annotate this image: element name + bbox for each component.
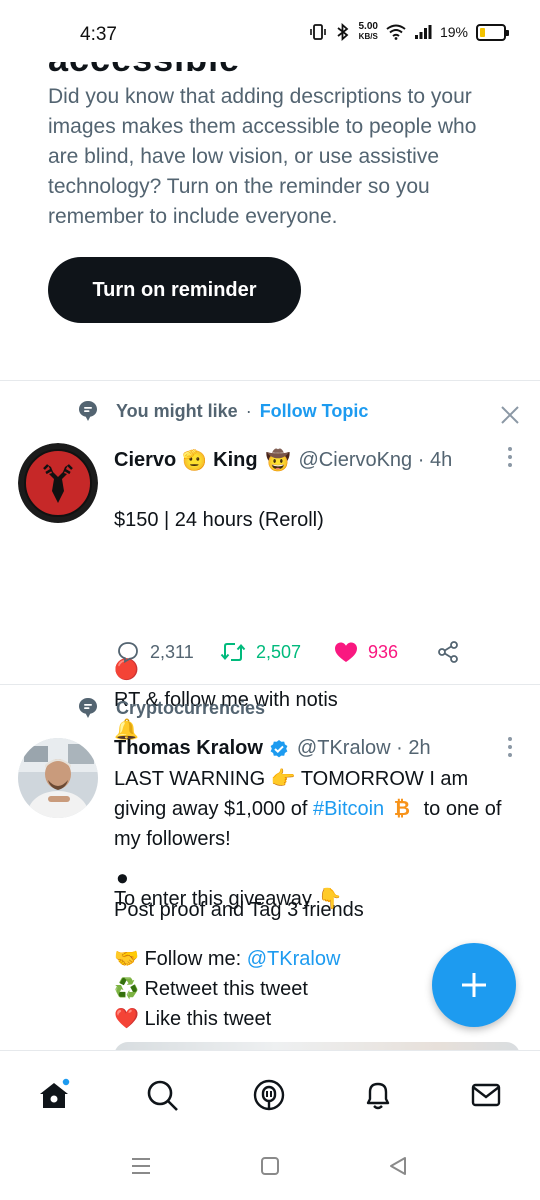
divider	[0, 380, 540, 381]
tweet2-line1-a: LAST WARNING	[114, 768, 266, 790]
retweet-button[interactable]: 2,507	[220, 641, 326, 663]
spaces-icon	[253, 1079, 285, 1111]
display-name-part2[interactable]: King	[213, 449, 257, 472]
home-icon	[40, 1077, 71, 1108]
tweet1-context: You might like · Follow Topic	[76, 399, 368, 423]
tweet2-context: Cryptocurrencies	[76, 696, 265, 720]
system-navigation-bar	[0, 1134, 540, 1200]
handle-and-time[interactable]: @CiervoKng · 4h	[299, 449, 453, 472]
hashtag-bitcoin[interactable]: #Bitcoin	[313, 798, 384, 820]
status-icons: 5.00 KB/S 19%	[309, 22, 509, 42]
prompt-body: Did you know that adding descriptions to…	[48, 85, 477, 228]
handle-and-time[interactable]: @TKralow · 2h	[297, 737, 431, 760]
network-speed: 5.00 KB/S	[359, 22, 378, 42]
share-button[interactable]	[436, 640, 460, 664]
dismiss-close-icon[interactable]	[499, 404, 521, 426]
display-name[interactable]: Thomas Kralow	[114, 737, 263, 760]
speed-value: 5.00	[358, 21, 378, 32]
more-options-icon[interactable]	[507, 447, 513, 467]
battery-icon	[476, 23, 509, 41]
verified-badge-icon	[270, 739, 288, 757]
liked-heart-icon	[335, 642, 357, 662]
profile-photo	[18, 738, 98, 818]
battery-percent: 19%	[439, 24, 468, 40]
retweet-count: 2,507	[256, 641, 302, 662]
avatar-ciervokng[interactable]	[18, 443, 98, 523]
pointing-right-emoji: 👉	[270, 768, 296, 790]
tweet2-header: Thomas Kralow @TKralow · 2h	[114, 737, 431, 760]
tweet2-item2: Retweet this tweet	[144, 978, 308, 1000]
follow-topic-link[interactable]: Follow Topic	[260, 401, 369, 422]
bitcoin-emoji: ₿	[393, 798, 411, 820]
bottom-navigation	[0, 1050, 540, 1135]
tweet1-header: Ciervo 🫡 King 🤠 @CiervoKng · 4h	[114, 448, 452, 473]
status-bar: 4:37 5.00 KB/S 19%	[0, 0, 540, 62]
nav-notifications[interactable]	[356, 1073, 400, 1117]
bluetooth-icon	[336, 23, 348, 41]
nav-search[interactable]	[140, 1073, 184, 1117]
nav-home[interactable]	[32, 1073, 76, 1117]
tweet2-item1: Follow me:	[144, 948, 242, 970]
topic-icon	[79, 401, 97, 421]
topic-label[interactable]: Cryptocurrencies	[116, 698, 265, 719]
handshake-emoji: 🤝	[114, 948, 139, 970]
search-icon	[147, 1080, 178, 1111]
topic-icon	[79, 698, 97, 718]
reply-button[interactable]: 2,311	[116, 640, 200, 664]
name-emoji-cowboy: 🤠	[265, 450, 291, 472]
back-triangle-icon[interactable]	[388, 1156, 408, 1176]
recycle-emoji: ♻️	[114, 978, 139, 1000]
pointing-down-emoji: 👇	[317, 888, 343, 910]
avatar-tkralow[interactable]	[18, 738, 98, 818]
tweet2-item3: Like this tweet	[144, 1008, 272, 1030]
divider	[0, 684, 540, 685]
nav-messages[interactable]	[464, 1073, 508, 1117]
name-emoji-salute: 🫡	[182, 450, 208, 472]
tweet2-line2: To enter this giveaway	[114, 888, 312, 910]
display-name-part1[interactable]: Ciervo	[114, 449, 176, 472]
context-label: You might like	[116, 400, 238, 421]
reply-icon	[118, 642, 138, 664]
context-separator: ·	[245, 400, 252, 421]
mention-tkralow[interactable]: @TKralow	[247, 948, 341, 970]
retweet-icon	[220, 643, 246, 661]
status-time: 4:37	[80, 24, 117, 45]
reply-count: 2,311	[150, 641, 194, 662]
share-icon	[438, 641, 458, 663]
vibrate-icon	[309, 24, 326, 40]
more-options-icon[interactable]	[507, 737, 513, 757]
nav-spaces[interactable]	[247, 1073, 291, 1117]
like-button[interactable]: 936	[334, 641, 410, 663]
heart-emoji: ❤️	[114, 1008, 139, 1030]
tweet1-actions: 2,311 2,507 936	[116, 640, 466, 664]
signal-icon	[414, 25, 432, 39]
plus-icon	[462, 973, 486, 997]
turn-on-reminder-button[interactable]: Turn on reminder	[48, 257, 301, 323]
home-square-icon[interactable]	[260, 1156, 280, 1176]
tweet1-line1: $150 | 24 hours (Reroll)	[114, 509, 324, 531]
like-count: 936	[368, 641, 399, 662]
menu-lines-icon[interactable]	[130, 1156, 152, 1176]
notifications-bell-icon	[366, 1082, 390, 1110]
speed-unit: KB/S	[358, 32, 378, 41]
mail-icon	[471, 1083, 501, 1107]
deer-logo-avatar	[18, 443, 98, 523]
compose-tweet-button[interactable]	[432, 943, 516, 1027]
wifi-icon	[386, 24, 406, 40]
